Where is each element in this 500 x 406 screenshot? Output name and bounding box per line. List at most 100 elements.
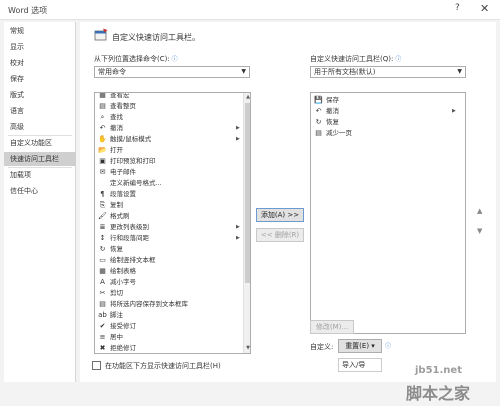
touch-mouse-icon: ✋ <box>98 135 107 143</box>
command-item-label: 打开 <box>110 146 123 154</box>
command-item-label: 定义新编号格式... <box>110 179 162 187</box>
reject-revision-icon: ✖ <box>99 344 106 352</box>
toolbar-items-list[interactable]: 💾 保存 ↶ 撤消 ▶ ↻ 恢复 ▤ 减少一页 <box>310 92 466 334</box>
undo-icon: ↶ <box>99 124 106 132</box>
print-preview-icon: ▣ <box>99 157 106 165</box>
chevron-down-icon: ▼ <box>457 68 462 75</box>
command-list-item[interactable]: A 减小字号 <box>95 277 242 288</box>
modify-button[interactable]: 修改(M)... <box>310 320 354 334</box>
command-list-item[interactable]: ¶ 段落设置 <box>95 189 242 200</box>
chevron-down-icon: ▼ <box>241 68 246 75</box>
toolbar-list-item[interactable]: ↶ 撤消 ▶ <box>311 106 458 117</box>
command-list-item[interactable]: ✂ 剪切 <box>95 288 242 299</box>
submenu-arrow-icon: ▶ <box>236 136 240 142</box>
help-button[interactable]: ? <box>455 3 460 13</box>
sidebar-item-trust-center[interactable]: 信任中心 <box>4 184 76 198</box>
command-item-label: 恢复 <box>110 245 123 253</box>
customize-toolbar-dropdown[interactable]: 用于所有文档(默认) ▼ <box>310 66 466 78</box>
sidebar-item-customize-ribbon[interactable]: 自定义功能区 <box>4 136 76 150</box>
info-icon: ⓘ <box>385 343 392 350</box>
choose-commands-value: 常用命令 <box>98 68 126 76</box>
sidebar-item-quick-access-toolbar[interactable]: 快速访问工具栏 <box>4 152 76 166</box>
sidebar-item-layout[interactable]: 版式 <box>4 88 76 102</box>
move-up-icon[interactable]: ▲ <box>477 207 482 215</box>
command-item-label: 剪切 <box>110 289 123 297</box>
sidebar-item-display[interactable]: 显示 <box>4 40 76 54</box>
commands-scrollbar[interactable]: ▲ ▼ <box>243 93 250 353</box>
redo-icon: ↻ <box>99 245 106 253</box>
show-below-ribbon-checkbox[interactable] <box>92 361 101 370</box>
command-item-label: 脚注 <box>110 311 123 319</box>
command-list-item[interactable]: ≡ 居中 <box>95 332 242 343</box>
toolbar-list-item[interactable]: ▤ 减少一页 <box>311 128 458 139</box>
choose-commands-label: 从下列位置选择命令(C): ⓘ <box>94 55 178 63</box>
command-list-item[interactable]: ▦ 查看宏 <box>95 92 242 101</box>
command-list-item[interactable]: ↻ 恢复 <box>95 244 242 255</box>
sidebar-item-general[interactable]: 常规 <box>4 24 76 38</box>
command-list-item[interactable]: ↶ 撤消 ▶ <box>95 123 242 134</box>
command-list-item[interactable]: ✋ 触摸/鼠标模式 ▶ <box>95 134 242 145</box>
command-list-item[interactable]: 📂 打开 <box>95 145 242 156</box>
move-down-icon[interactable]: ▼ <box>477 227 482 235</box>
scroll-down-icon[interactable]: ▼ <box>244 345 250 351</box>
list-level-icon: ≣ <box>99 223 106 231</box>
commands-list[interactable]: ▲ ▼ ▦ 查看宏 ▤ 查看整页 ⌕ 查找 ↶ 撤消 ▶ ✋ 触摸/鼠标模式 ▶ 📂 打开 ▣ 打印预览和打印… <box>94 92 251 354</box>
command-list-item[interactable]: ✔ 接受修订 <box>95 321 242 332</box>
remove-button[interactable]: << 删除(R) <box>256 228 304 242</box>
command-list-item[interactable]: ⎘ 复制 <box>95 200 242 211</box>
customize-toolbar-value: 用于所有文档(默认) <box>314 68 376 76</box>
page-title: 自定义快速访问工具栏。 <box>112 33 200 42</box>
scroll-thumb[interactable] <box>245 103 250 283</box>
command-list-item[interactable]: ✖ 拒绝修订 <box>95 343 242 353</box>
submenu-arrow-icon: ▶ <box>236 125 240 131</box>
undo-icon: ↶ <box>315 107 322 115</box>
command-list-item[interactable]: ▦ 绘制表格 <box>95 266 242 277</box>
main-panel: 自定义快速访问工具栏。 从下列位置选择命令(C): ⓘ 常用命令 ▼ ▲ ▼ ▦… <box>80 22 496 382</box>
command-item-label: 格式刷 <box>110 212 130 220</box>
command-item-label: 触摸/鼠标模式 <box>110 135 152 143</box>
sidebar-item-advanced[interactable]: 高级 <box>4 120 76 134</box>
command-item-label: 撤消 <box>110 124 123 132</box>
save-selection-icon: ▤ <box>99 300 106 308</box>
command-item-label: 居中 <box>110 333 123 341</box>
command-list-item[interactable]: ✉ 电子邮件 <box>95 167 242 178</box>
command-item-label: 电子邮件 <box>110 168 136 176</box>
command-list-item[interactable]: ▤ 查看整页 <box>95 101 242 112</box>
toolbar-list-item[interactable]: ↻ 恢复 <box>311 117 458 128</box>
footnote-icon: ab <box>98 311 107 319</box>
scroll-up-icon[interactable]: ▲ <box>244 94 250 100</box>
choose-commands-dropdown[interactable]: 常用命令 ▼ <box>94 66 250 78</box>
customizations-label: 自定义: <box>310 343 334 351</box>
command-list-item[interactable]: ≣ 更改列表级别 ▶ <box>95 222 242 233</box>
sidebar-item-language[interactable]: 语言 <box>4 104 76 118</box>
close-button[interactable]: ✕ <box>480 2 489 15</box>
command-list-item[interactable]: ab 脚注 <box>95 310 242 321</box>
title-bar: Word 选项 ? ✕ <box>0 0 500 20</box>
view-macros-icon: ▦ <box>99 92 106 99</box>
redo-icon: ↻ <box>315 118 322 126</box>
info-icon: ⓘ <box>393 56 402 63</box>
command-list-item[interactable]: ▤ 将所选内容保存到文本框库 <box>95 299 242 310</box>
command-item-label: 查找 <box>110 113 123 121</box>
reset-button[interactable]: 重置(E) ▾ <box>338 339 382 353</box>
toolbar-item-label: 减少一页 <box>326 129 352 137</box>
window-title: Word 选项 <box>8 6 48 15</box>
copy-icon: ⎘ <box>99 201 106 209</box>
watermark-site: jb51.net <box>415 365 462 376</box>
command-list-item[interactable]: ▣ 打印预览和打印 <box>95 156 242 167</box>
command-item-label: 将所选内容保存到文本框库 <box>110 300 188 308</box>
command-list-item[interactable]: 定义新编号格式... <box>95 178 242 189</box>
command-list-item[interactable]: ↕ 行和段落间距 ▶ <box>95 233 242 244</box>
toolbar-list-item[interactable]: 💾 保存 <box>311 95 458 106</box>
accept-revision-icon: ✔ <box>99 322 106 330</box>
sidebar-item-addins[interactable]: 加载项 <box>4 168 76 182</box>
sidebar-item-save[interactable]: 保存 <box>4 72 76 86</box>
sidebar-item-proofing[interactable]: 校对 <box>4 56 76 70</box>
command-list-item[interactable]: 🖌 格式刷 <box>95 211 242 222</box>
command-list-item[interactable]: ⌕ 查找 <box>95 112 242 123</box>
show-below-ribbon-label: 在功能区下方显示快速访问工具栏(H) <box>105 362 221 370</box>
command-item-label: 打印预览和打印 <box>110 157 156 165</box>
import-export-button[interactable]: 导入/导 <box>338 358 382 372</box>
add-button[interactable]: 添加(A) >> <box>256 208 304 222</box>
command-list-item[interactable]: ▭ 绘制竖排文本框 <box>95 255 242 266</box>
